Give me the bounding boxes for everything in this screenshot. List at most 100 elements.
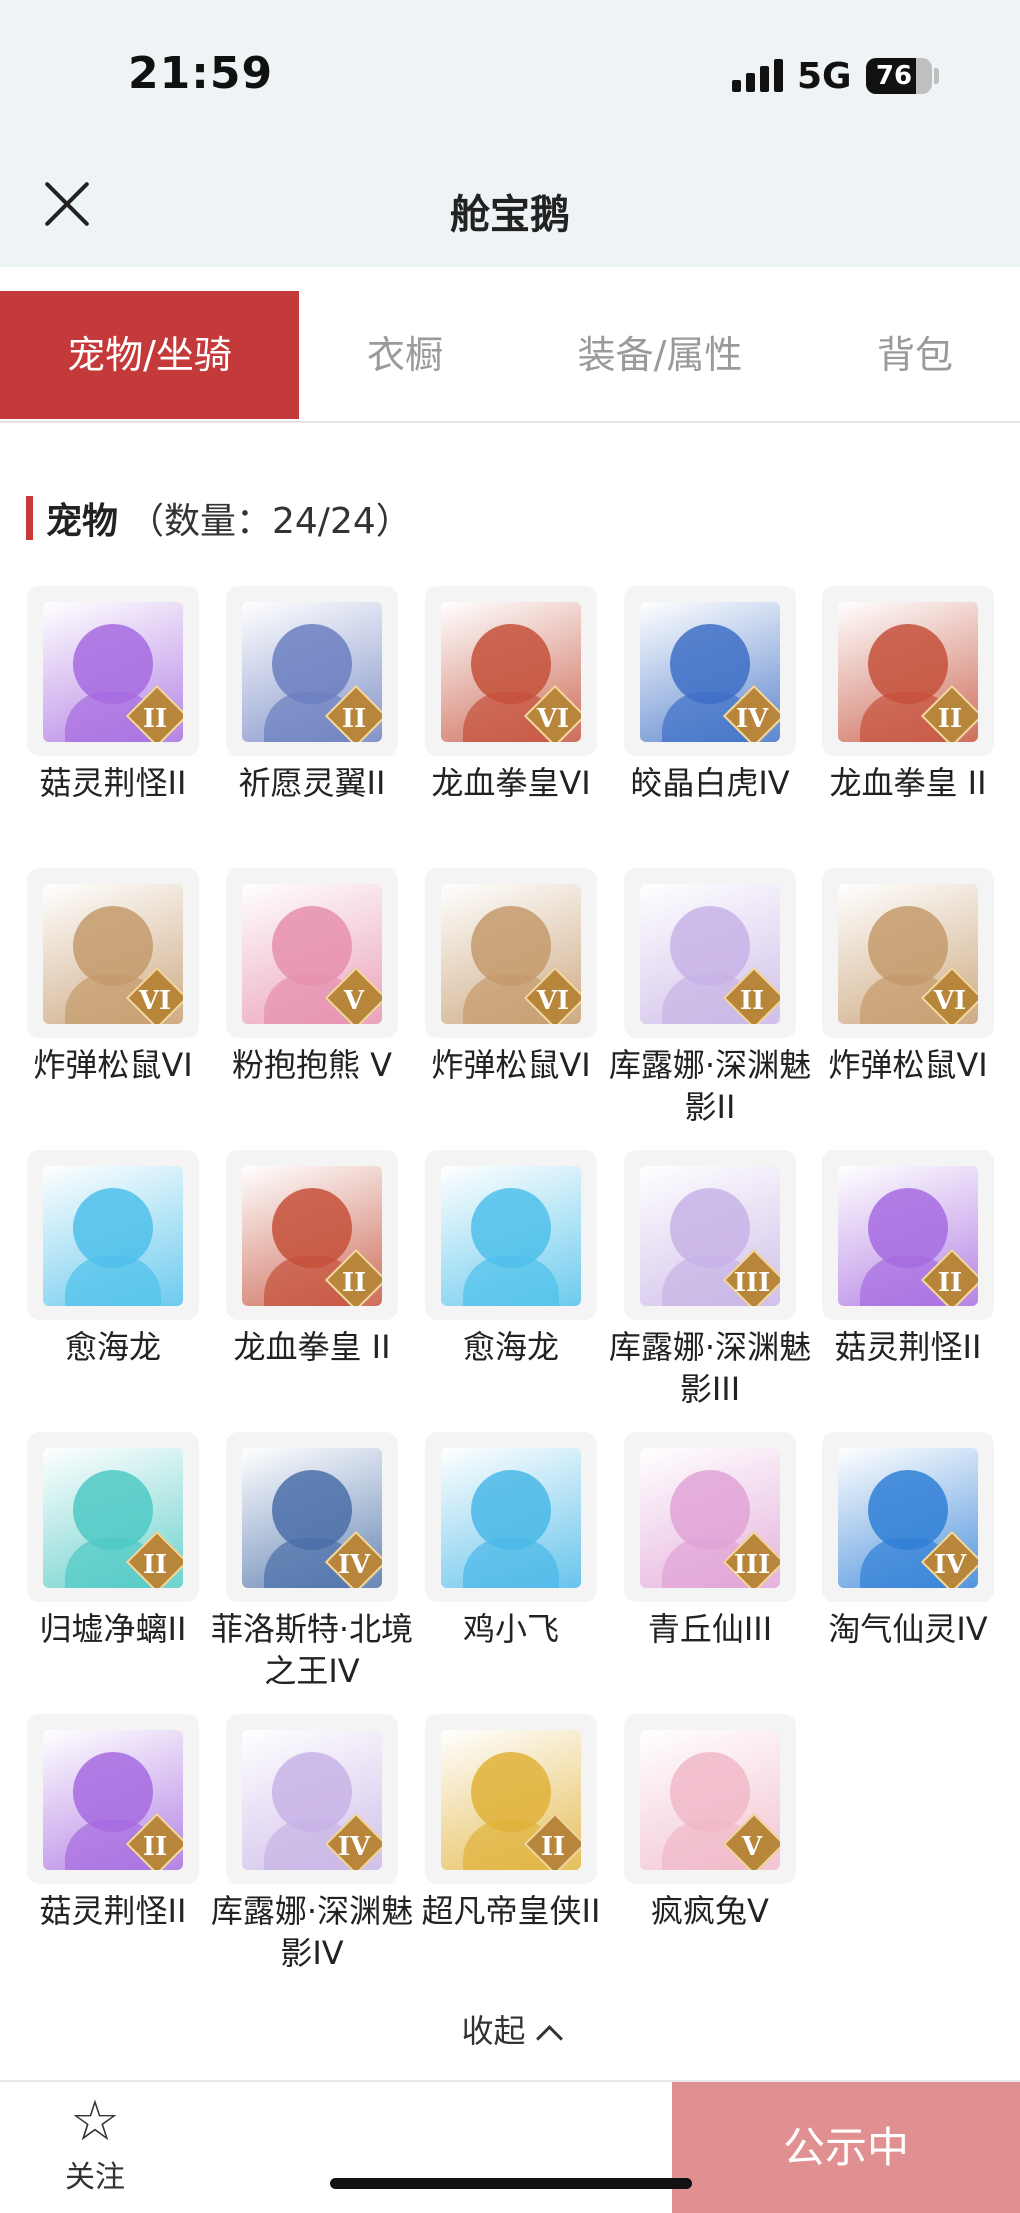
- pet-image: II: [838, 602, 978, 742]
- pet-image: III: [640, 1166, 780, 1306]
- rank-badge-label: VI: [536, 986, 570, 1016]
- rank-badge-label: II: [937, 1268, 963, 1298]
- pet-image: VI: [441, 884, 581, 1024]
- pet-grid: II 菇灵荆怪II II 祈愿灵翼II VI 龙血拳皇VI IV 皎晶白虎IV II 龙血拳皇 I…: [0, 0, 1020, 2000]
- pet-thumbnail: II: [226, 1150, 398, 1320]
- rank-badge-label: V: [343, 986, 365, 1016]
- pet-name: 粉抱抱熊 V: [231, 1046, 393, 1084]
- pet-name: 龙血拳皇 II: [829, 764, 987, 802]
- pet-name: 青丘仙III: [647, 1610, 773, 1648]
- pet-name: 菇灵荆怪II: [39, 1892, 187, 1930]
- rank-badge-label: IV: [337, 1550, 371, 1580]
- public-status-button[interactable]: 公示中: [672, 2082, 1020, 2213]
- pet-name: 库露娜·深渊魅影II: [608, 1046, 812, 1126]
- rank-badge-label: IV: [735, 704, 769, 734]
- pet-thumbnail: II: [822, 586, 994, 756]
- pet-name: 愈海龙: [64, 1328, 161, 1366]
- pet-name: 祈愿灵翼II: [238, 764, 386, 802]
- pet-thumbnail: II: [27, 586, 199, 756]
- rank-badge-label: VI: [138, 986, 172, 1016]
- pet-image: IV: [242, 1448, 382, 1588]
- pet-thumbnail: II: [226, 586, 398, 756]
- collapse-button[interactable]: 收起: [0, 2006, 1020, 2052]
- pet-image: II: [242, 602, 382, 742]
- pet-image: V: [242, 884, 382, 1024]
- pet-name: 炸弹松鼠VI: [431, 1046, 591, 1084]
- pet-name: 菇灵荆怪II: [834, 1328, 982, 1366]
- pet-thumbnail: VI: [822, 868, 994, 1038]
- follow-label: 关注: [65, 2160, 125, 2195]
- rank-badge-label: II: [540, 1832, 566, 1862]
- pet-image: II: [838, 1166, 978, 1306]
- follow-button[interactable]: ☆ 关注: [40, 2092, 150, 2202]
- rank-badge-label: IV: [337, 1832, 371, 1862]
- pet-name: 菇灵荆怪II: [39, 764, 187, 802]
- rank-badge-label: II: [142, 1832, 168, 1862]
- pet-name: 炸弹松鼠VI: [828, 1046, 988, 1084]
- pet-name: 库露娜·深渊魅影III: [608, 1328, 812, 1408]
- pet-image: [43, 1166, 183, 1306]
- pet-thumbnail: IV: [822, 1432, 994, 1602]
- pet-image: VI: [838, 884, 978, 1024]
- rank-badge-label: II: [142, 1550, 168, 1580]
- pet-thumbnail: IV: [624, 586, 796, 756]
- pet-image: VI: [43, 884, 183, 1024]
- rank-badge-label: III: [733, 1550, 771, 1580]
- rank-badge-label: IV: [933, 1550, 967, 1580]
- pet-image: IV: [640, 602, 780, 742]
- pet-thumbnail: VI: [27, 868, 199, 1038]
- pet-thumbnail: VI: [425, 586, 597, 756]
- pet-thumbnail: VI: [425, 868, 597, 1038]
- pet-thumbnail: V: [226, 868, 398, 1038]
- pet-thumbnail: [425, 1432, 597, 1602]
- pet-name: 皎晶白虎IV: [630, 764, 790, 802]
- pet-thumbnail: IV: [226, 1714, 398, 1884]
- pet-image: VI: [441, 602, 581, 742]
- rank-badge-label: II: [739, 986, 765, 1016]
- pet-thumbnail: IV: [226, 1432, 398, 1602]
- pet-thumbnail: II: [425, 1714, 597, 1884]
- home-indicator: [330, 2178, 692, 2189]
- pet-image: III: [640, 1448, 780, 1588]
- rank-badge-label: II: [341, 1268, 367, 1298]
- bottom-bar: ☆ 关注 公示中: [0, 2080, 1020, 2213]
- pet-image: IV: [838, 1448, 978, 1588]
- pet-thumbnail: II: [27, 1432, 199, 1602]
- collapse-label: 收起: [461, 2012, 526, 2050]
- rank-badge-label: VI: [933, 986, 967, 1016]
- pet-name: 鸡小飞: [462, 1610, 559, 1648]
- pet-thumbnail: V: [624, 1714, 796, 1884]
- pet-image: V: [640, 1730, 780, 1870]
- pet-name: 归墟净螭II: [39, 1610, 187, 1648]
- rank-badge-label: II: [937, 704, 963, 734]
- pet-image: II: [43, 1730, 183, 1870]
- pet-thumbnail: II: [624, 868, 796, 1038]
- rank-badge-label: III: [733, 1268, 771, 1298]
- pet-name: 龙血拳皇 II: [233, 1328, 391, 1366]
- pet-image: [441, 1166, 581, 1306]
- pet-name: 库露娜·深渊魅影IV: [210, 1892, 414, 1972]
- pet-name: 超凡帝皇侠II: [421, 1892, 601, 1930]
- rank-badge-label: VI: [536, 704, 570, 734]
- pet-image: II: [242, 1166, 382, 1306]
- pet-name: 疯疯兔V: [651, 1892, 769, 1930]
- pet-name: 淘气仙灵IV: [828, 1610, 988, 1648]
- pet-name: 愈海龙: [462, 1328, 559, 1366]
- pet-image: II: [640, 884, 780, 1024]
- pet-thumbnail: [27, 1150, 199, 1320]
- pet-thumbnail: II: [27, 1714, 199, 1884]
- pet-name: 龙血拳皇VI: [431, 764, 591, 802]
- chevron-up-icon: [535, 2025, 563, 2052]
- pet-thumbnail: II: [822, 1150, 994, 1320]
- pet-thumbnail: III: [624, 1432, 796, 1602]
- pet-image: II: [43, 602, 183, 742]
- rank-badge-label: II: [341, 704, 367, 734]
- star-icon: ☆: [69, 2089, 121, 2154]
- pet-name: 炸弹松鼠VI: [33, 1046, 193, 1084]
- pet-name: 菲洛斯特·北境之王IV: [210, 1610, 414, 1690]
- pet-image: II: [441, 1730, 581, 1870]
- pet-image: [441, 1448, 581, 1588]
- pet-thumbnail: [425, 1150, 597, 1320]
- pet-thumbnail: III: [624, 1150, 796, 1320]
- pet-image: IV: [242, 1730, 382, 1870]
